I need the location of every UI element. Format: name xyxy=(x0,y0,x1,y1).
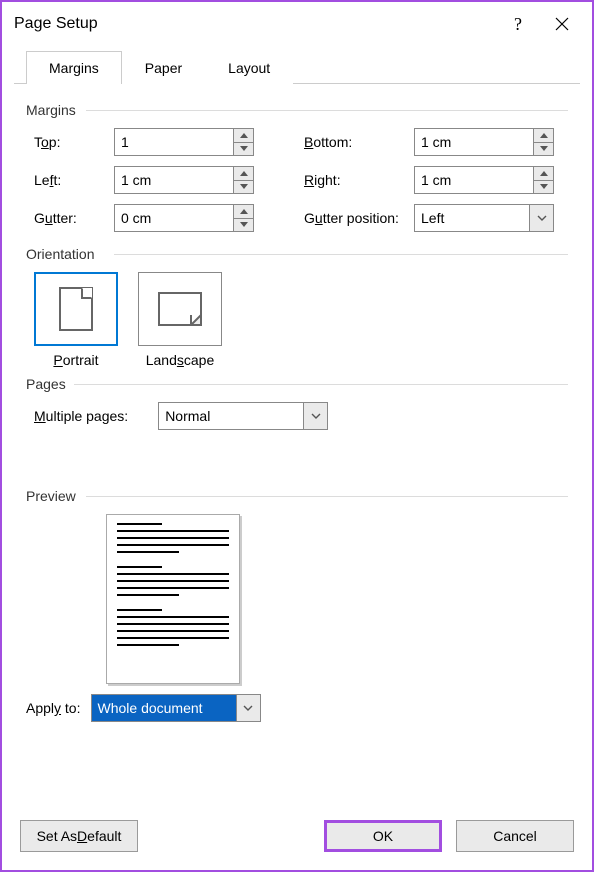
portrait-label: Portrait xyxy=(34,352,118,368)
apply-to-combo[interactable]: Whole document xyxy=(91,694,261,722)
orientation-portrait[interactable]: Portrait xyxy=(34,272,118,368)
caret-up-icon xyxy=(540,171,548,176)
cancel-button[interactable]: Cancel xyxy=(456,820,574,852)
help-icon: ? xyxy=(511,15,525,33)
caret-up-icon xyxy=(240,133,248,138)
top-input[interactable] xyxy=(115,129,233,155)
gutter-position-arrow[interactable] xyxy=(529,205,553,231)
gutter-position-label: Gutter position: xyxy=(304,210,414,226)
close-icon xyxy=(555,17,569,31)
gutter-down[interactable] xyxy=(234,219,253,232)
gutter-input[interactable] xyxy=(115,205,233,231)
tab-bar: Margins Paper Layout xyxy=(14,50,580,84)
orientation-landscape[interactable]: Landscape xyxy=(138,272,222,368)
landscape-label: Landscape xyxy=(138,352,222,368)
ok-button[interactable]: OK xyxy=(324,820,442,852)
left-down[interactable] xyxy=(234,181,253,194)
tab-margins[interactable]: Margins xyxy=(26,51,122,84)
group-pages-label: Pages xyxy=(26,376,568,392)
orientation-row: Portrait Landscape xyxy=(34,272,568,368)
left-spinner[interactable] xyxy=(114,166,254,194)
multiple-pages-value: Normal xyxy=(159,403,303,429)
bottom-up[interactable] xyxy=(534,129,553,143)
gutter-position-value: Left xyxy=(415,205,529,231)
top-spinner[interactable] xyxy=(114,128,254,156)
caret-up-icon xyxy=(240,171,248,176)
top-down[interactable] xyxy=(234,143,253,156)
preview-page xyxy=(106,514,240,684)
tab-paper[interactable]: Paper xyxy=(122,51,205,84)
dialog-title: Page Setup xyxy=(14,15,496,33)
caret-down-icon xyxy=(540,184,548,189)
apply-to-value: Whole document xyxy=(92,695,236,721)
apply-to-arrow[interactable] xyxy=(236,695,260,721)
caret-down-icon xyxy=(540,146,548,151)
titlebar: Page Setup ? xyxy=(2,2,592,46)
group-orientation-label: Orientation xyxy=(26,246,568,262)
landscape-icon xyxy=(158,292,202,326)
group-margins-label: Margins xyxy=(26,102,568,118)
bottom-label: Bottom: xyxy=(304,134,414,150)
multiple-pages-label: Multiple pages: xyxy=(34,408,128,424)
right-label: Right: xyxy=(304,172,414,188)
portrait-icon xyxy=(59,287,93,331)
right-down[interactable] xyxy=(534,181,553,194)
group-preview-label: Preview xyxy=(26,488,568,504)
caret-down-icon xyxy=(240,222,248,227)
landscape-box[interactable] xyxy=(138,272,222,346)
help-button[interactable]: ? xyxy=(496,10,540,38)
tab-layout[interactable]: Layout xyxy=(205,51,293,84)
chevron-down-icon xyxy=(537,215,547,221)
close-button[interactable] xyxy=(540,10,584,38)
pages-row: Multiple pages: Normal xyxy=(34,402,568,430)
caret-up-icon xyxy=(240,209,248,214)
gutter-label: Gutter: xyxy=(34,210,114,226)
button-bar: Set As Default OK Cancel xyxy=(2,806,592,870)
top-up[interactable] xyxy=(234,129,253,143)
right-input[interactable] xyxy=(415,167,533,193)
chevron-down-icon xyxy=(243,705,253,711)
gutter-position-combo[interactable]: Left xyxy=(414,204,554,232)
left-label: Left: xyxy=(34,172,114,188)
multiple-pages-arrow[interactable] xyxy=(303,403,327,429)
multiple-pages-combo[interactable]: Normal xyxy=(158,402,328,430)
chevron-down-icon xyxy=(311,413,321,419)
caret-down-icon xyxy=(240,184,248,189)
portrait-box[interactable] xyxy=(34,272,118,346)
bottom-spinner[interactable] xyxy=(414,128,554,156)
caret-down-icon xyxy=(240,146,248,151)
bottom-input[interactable] xyxy=(415,129,533,155)
set-as-default-button[interactable]: Set As Default xyxy=(20,820,138,852)
left-up[interactable] xyxy=(234,167,253,181)
tab-content: Margins Top: Bottom: Left: Right: xyxy=(2,84,592,806)
margins-grid: Top: Bottom: Left: Right: xyxy=(34,128,568,232)
left-input[interactable] xyxy=(115,167,233,193)
apply-to-label: Apply to: xyxy=(26,700,81,716)
right-up[interactable] xyxy=(534,167,553,181)
top-label: Top: xyxy=(34,134,114,150)
caret-up-icon xyxy=(540,133,548,138)
svg-text:?: ? xyxy=(514,15,522,33)
apply-to-row: Apply to: Whole document xyxy=(26,694,568,722)
page-setup-dialog: Page Setup ? Margins Paper Layout Margin… xyxy=(0,0,594,872)
gutter-spinner[interactable] xyxy=(114,204,254,232)
right-spinner[interactable] xyxy=(414,166,554,194)
bottom-down[interactable] xyxy=(534,143,553,156)
gutter-up[interactable] xyxy=(234,205,253,219)
